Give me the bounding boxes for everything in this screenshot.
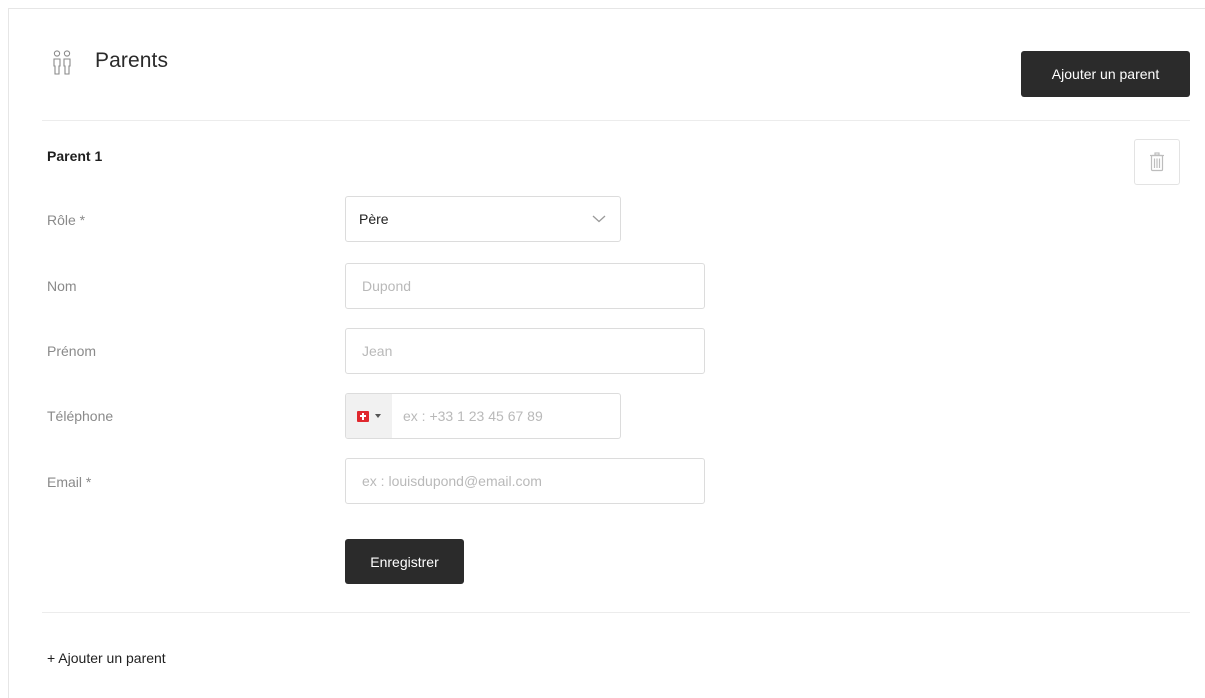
trash-icon <box>1150 152 1164 172</box>
parents-icon <box>53 50 71 75</box>
nom-label: Nom <box>47 278 77 294</box>
role-select-value: Père <box>359 211 389 227</box>
caret-down-icon <box>375 414 381 418</box>
parent-section-title: Parent 1 <box>47 148 103 164</box>
country-selector[interactable] <box>346 394 392 438</box>
role-label: Rôle * <box>47 212 86 228</box>
swiss-flag-icon <box>357 410 369 422</box>
email-label: Email * <box>47 474 92 490</box>
delete-parent-button[interactable] <box>1134 139 1180 185</box>
telephone-field <box>345 393 621 439</box>
role-select[interactable]: Père <box>345 196 621 242</box>
add-parent-link[interactable]: + Ajouter un parent <box>47 650 166 666</box>
email-input[interactable] <box>345 458 705 504</box>
chevron-down-icon <box>592 215 606 223</box>
section-divider <box>42 612 1190 613</box>
telephone-input[interactable] <box>392 394 620 438</box>
telephone-label: Téléphone <box>47 408 114 424</box>
prenom-input[interactable] <box>345 328 705 374</box>
save-button[interactable]: Enregistrer <box>345 539 464 584</box>
prenom-label: Prénom <box>47 343 97 359</box>
header-divider <box>42 120 1190 121</box>
add-parent-button[interactable]: Ajouter un parent <box>1021 51 1190 97</box>
nom-input[interactable] <box>345 263 705 309</box>
page-title: Parents <box>95 49 169 72</box>
